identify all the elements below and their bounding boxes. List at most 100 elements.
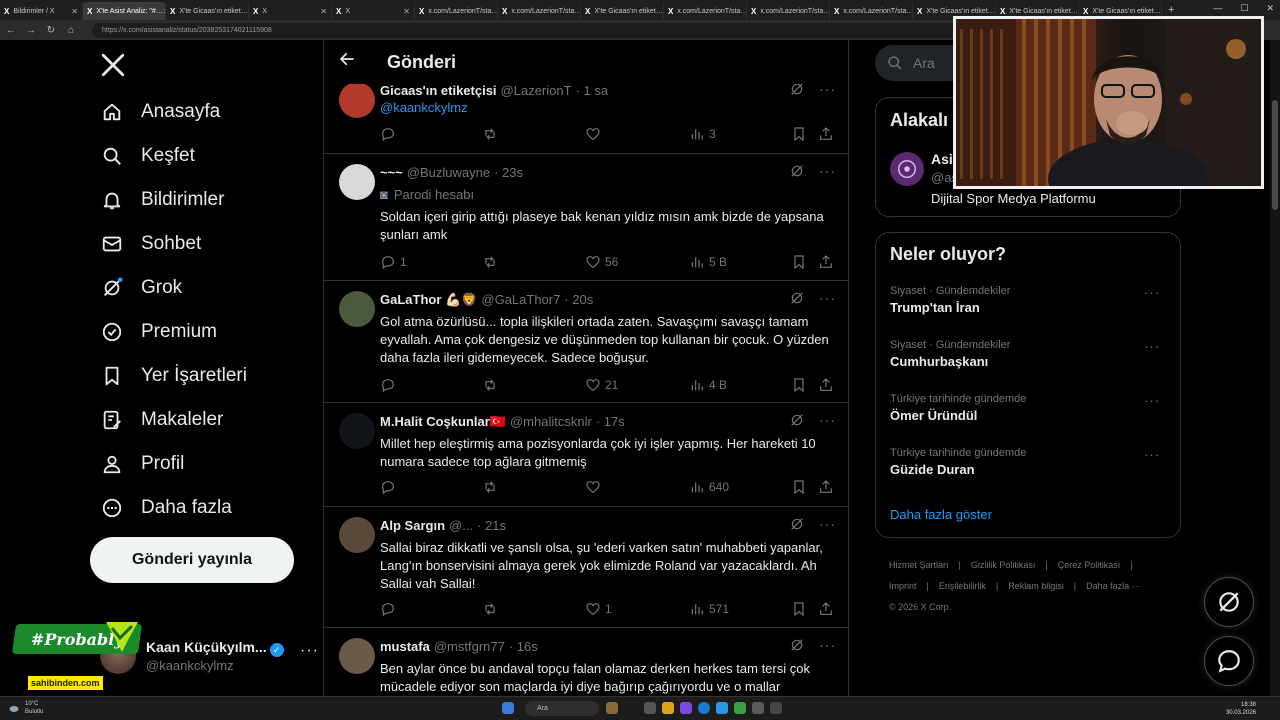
tab-close-icon[interactable]: ✕ <box>320 7 327 16</box>
tweet-handle[interactable]: @mstfgrn77 <box>434 639 505 654</box>
maximize-icon[interactable]: ☐ <box>1240 3 1248 14</box>
nav-item-8[interactable]: Makaleler <box>100 402 223 438</box>
footer-link[interactable]: © 2026 X Corp. <box>889 602 951 612</box>
tab-close-icon[interactable]: ✕ <box>1161 7 1162 16</box>
tweet-time[interactable]: · 21s <box>477 518 506 533</box>
views-button[interactable]: 4 B <box>689 377 727 393</box>
retweet-button[interactable] <box>482 601 502 617</box>
page-scrollbar[interactable] <box>1270 40 1280 696</box>
tweet-time[interactable]: · 20s <box>564 292 593 307</box>
views-button[interactable]: 571 <box>689 601 729 617</box>
browser-tab[interactable]: X X ✕ <box>249 2 332 20</box>
footer-link[interactable]: Çerez Politikası <box>1058 560 1121 570</box>
messages-fab-button[interactable] <box>1204 636 1254 686</box>
like-button[interactable] <box>585 126 605 142</box>
bookmark-button[interactable] <box>791 254 807 270</box>
file-explorer-icon[interactable] <box>662 702 674 714</box>
avatar[interactable] <box>339 638 375 674</box>
tweet-text[interactable]: @kaankckylmz <box>380 99 836 117</box>
back-arrow-icon[interactable] <box>338 50 360 74</box>
trend-item[interactable]: Siyaset · Gündemdekiler Cumhurbaşkanı ··· <box>890 339 1168 377</box>
tab-close-icon[interactable]: ✕ <box>403 7 410 16</box>
windows-start-icon[interactable] <box>502 702 514 714</box>
nav-item-6[interactable]: Premium <box>100 314 217 350</box>
tweet-handle[interactable]: @mhalitcsknlr <box>510 414 592 429</box>
more-dots-icon[interactable]: ··· <box>1144 447 1160 462</box>
browser-tab[interactable]: XX'te Gicaas'ın etiket…✕ <box>166 2 249 20</box>
bookmark-button[interactable] <box>791 479 807 495</box>
share-button[interactable] <box>818 126 834 142</box>
bookmark-button[interactable] <box>791 601 807 617</box>
nav-item-2[interactable]: Keşfet <box>100 138 195 174</box>
footer-link[interactable]: Daha fazla ··· <box>1086 581 1141 591</box>
task-view-icon[interactable] <box>644 702 656 714</box>
browser-tab[interactable]: X X ✕ <box>332 2 415 20</box>
views-button[interactable]: 640 <box>689 479 729 495</box>
reply-tweet[interactable]: mustafa @mstfgrn77 · 16s ··· Ben aylar önce … <box>324 628 848 696</box>
nav-item-7[interactable]: Yer İşaretleri <box>100 358 247 394</box>
footer-link[interactable]: Imprint <box>889 581 917 591</box>
reply-tweet[interactable]: GaLaThor 💪🏻🦁 @GaLaThor7 · 20s ··· Gol atma ö… <box>324 281 848 403</box>
nav-item-1[interactable]: Anasayfa <box>100 94 220 130</box>
tweet-time[interactable]: · 1 sa <box>576 83 609 98</box>
tab-close-icon[interactable]: ✕ <box>71 7 78 16</box>
tweet-handle[interactable]: @Buzluwayne <box>407 165 490 180</box>
chrome-icon[interactable] <box>734 702 746 714</box>
nav-item-9[interactable]: Profil <box>100 446 184 482</box>
share-button[interactable] <box>818 377 834 393</box>
edge-icon[interactable] <box>698 702 710 714</box>
views-button[interactable]: 3 <box>689 126 716 142</box>
tweet-time[interactable]: · 17s <box>596 414 625 429</box>
tweet-author-name[interactable]: Alp Sargın <box>380 518 445 533</box>
grok-icon[interactable] <box>789 412 805 428</box>
tweet-time[interactable]: · 23s <box>494 165 523 180</box>
post-button[interactable]: Gönderi yayınla <box>90 537 294 583</box>
browser-tab[interactable]: Xx.com/LazerionT/sta…✕ <box>415 2 498 20</box>
footer-link[interactable]: Reklam bilgisi <box>1008 581 1064 591</box>
grok-icon[interactable] <box>789 516 805 532</box>
retweet-button[interactable] <box>482 126 502 142</box>
browser-tab[interactable]: X Bildirimler / X ✕ <box>0 2 83 20</box>
reply-button[interactable] <box>380 479 400 495</box>
tweet-handle[interactable]: @... <box>449 518 473 533</box>
share-button[interactable] <box>818 601 834 617</box>
close-window-icon[interactable]: ✕ <box>1266 3 1274 14</box>
reply-button[interactable] <box>380 601 400 617</box>
browser-tab[interactable]: Xx.com/LazerionT/sta…✕ <box>498 2 581 20</box>
back-icon[interactable]: ← <box>6 25 16 36</box>
weather-widget[interactable]: 10°C Bulutlu <box>8 700 43 716</box>
like-button[interactable]: 56 <box>585 254 618 270</box>
nav-item-4[interactable]: Sohbet <box>100 226 201 262</box>
trend-item[interactable]: Türkiye tarihinde gündemde Ömer Üründül ··… <box>890 393 1168 431</box>
avatar[interactable] <box>339 291 375 327</box>
footer-link[interactable]: Hizmet Şartları <box>889 560 949 570</box>
reply-button[interactable] <box>380 377 400 393</box>
home-browser-icon[interactable]: ⌂ <box>66 25 76 36</box>
app-icon[interactable] <box>680 702 692 714</box>
reply-button[interactable]: 1 <box>380 254 407 270</box>
scrollbar-thumb[interactable] <box>1272 100 1278 210</box>
related-name[interactable]: Asi <box>931 151 953 167</box>
app-icon-2[interactable] <box>716 702 728 714</box>
like-button[interactable] <box>585 479 605 495</box>
tweet-author-name[interactable]: M.Halit Coşkunlar🇹🇷 <box>380 414 506 430</box>
app-icon-4[interactable] <box>770 702 782 714</box>
retweet-button[interactable] <box>482 377 502 393</box>
x-logo-icon[interactable] <box>100 52 126 85</box>
more-dots-icon[interactable]: ··· <box>819 637 836 653</box>
browser-tab[interactable]: Xx.com/LazerionT/sta…✕ <box>830 2 913 20</box>
trend-item[interactable]: Siyaset · Gündemdekiler Trump'tan İran ··· <box>890 285 1168 323</box>
retweet-button[interactable] <box>482 479 502 495</box>
footer-link[interactable]: Erişilebilirlik <box>939 581 986 591</box>
like-button[interactable]: 1 <box>585 601 612 617</box>
nav-item-10[interactable]: Daha fazla <box>100 490 232 526</box>
url-field[interactable]: https://x.com/asistanaliz/status/2038253… <box>92 22 972 38</box>
tweet-author-name[interactable]: mustafa <box>380 639 430 654</box>
avatar[interactable] <box>339 164 375 200</box>
like-button[interactable]: 21 <box>585 377 618 393</box>
tweet-author-name[interactable]: Gicaas'ın etiketçisi <box>380 83 497 98</box>
share-button[interactable] <box>818 254 834 270</box>
tweet-author-name[interactable]: ~~~ <box>380 165 403 180</box>
reply-tweet[interactable]: ~~~ @Buzluwayne · 23s ··· ◙ Parodi hesabı Sold… <box>324 154 848 281</box>
reply-button[interactable] <box>380 126 400 142</box>
